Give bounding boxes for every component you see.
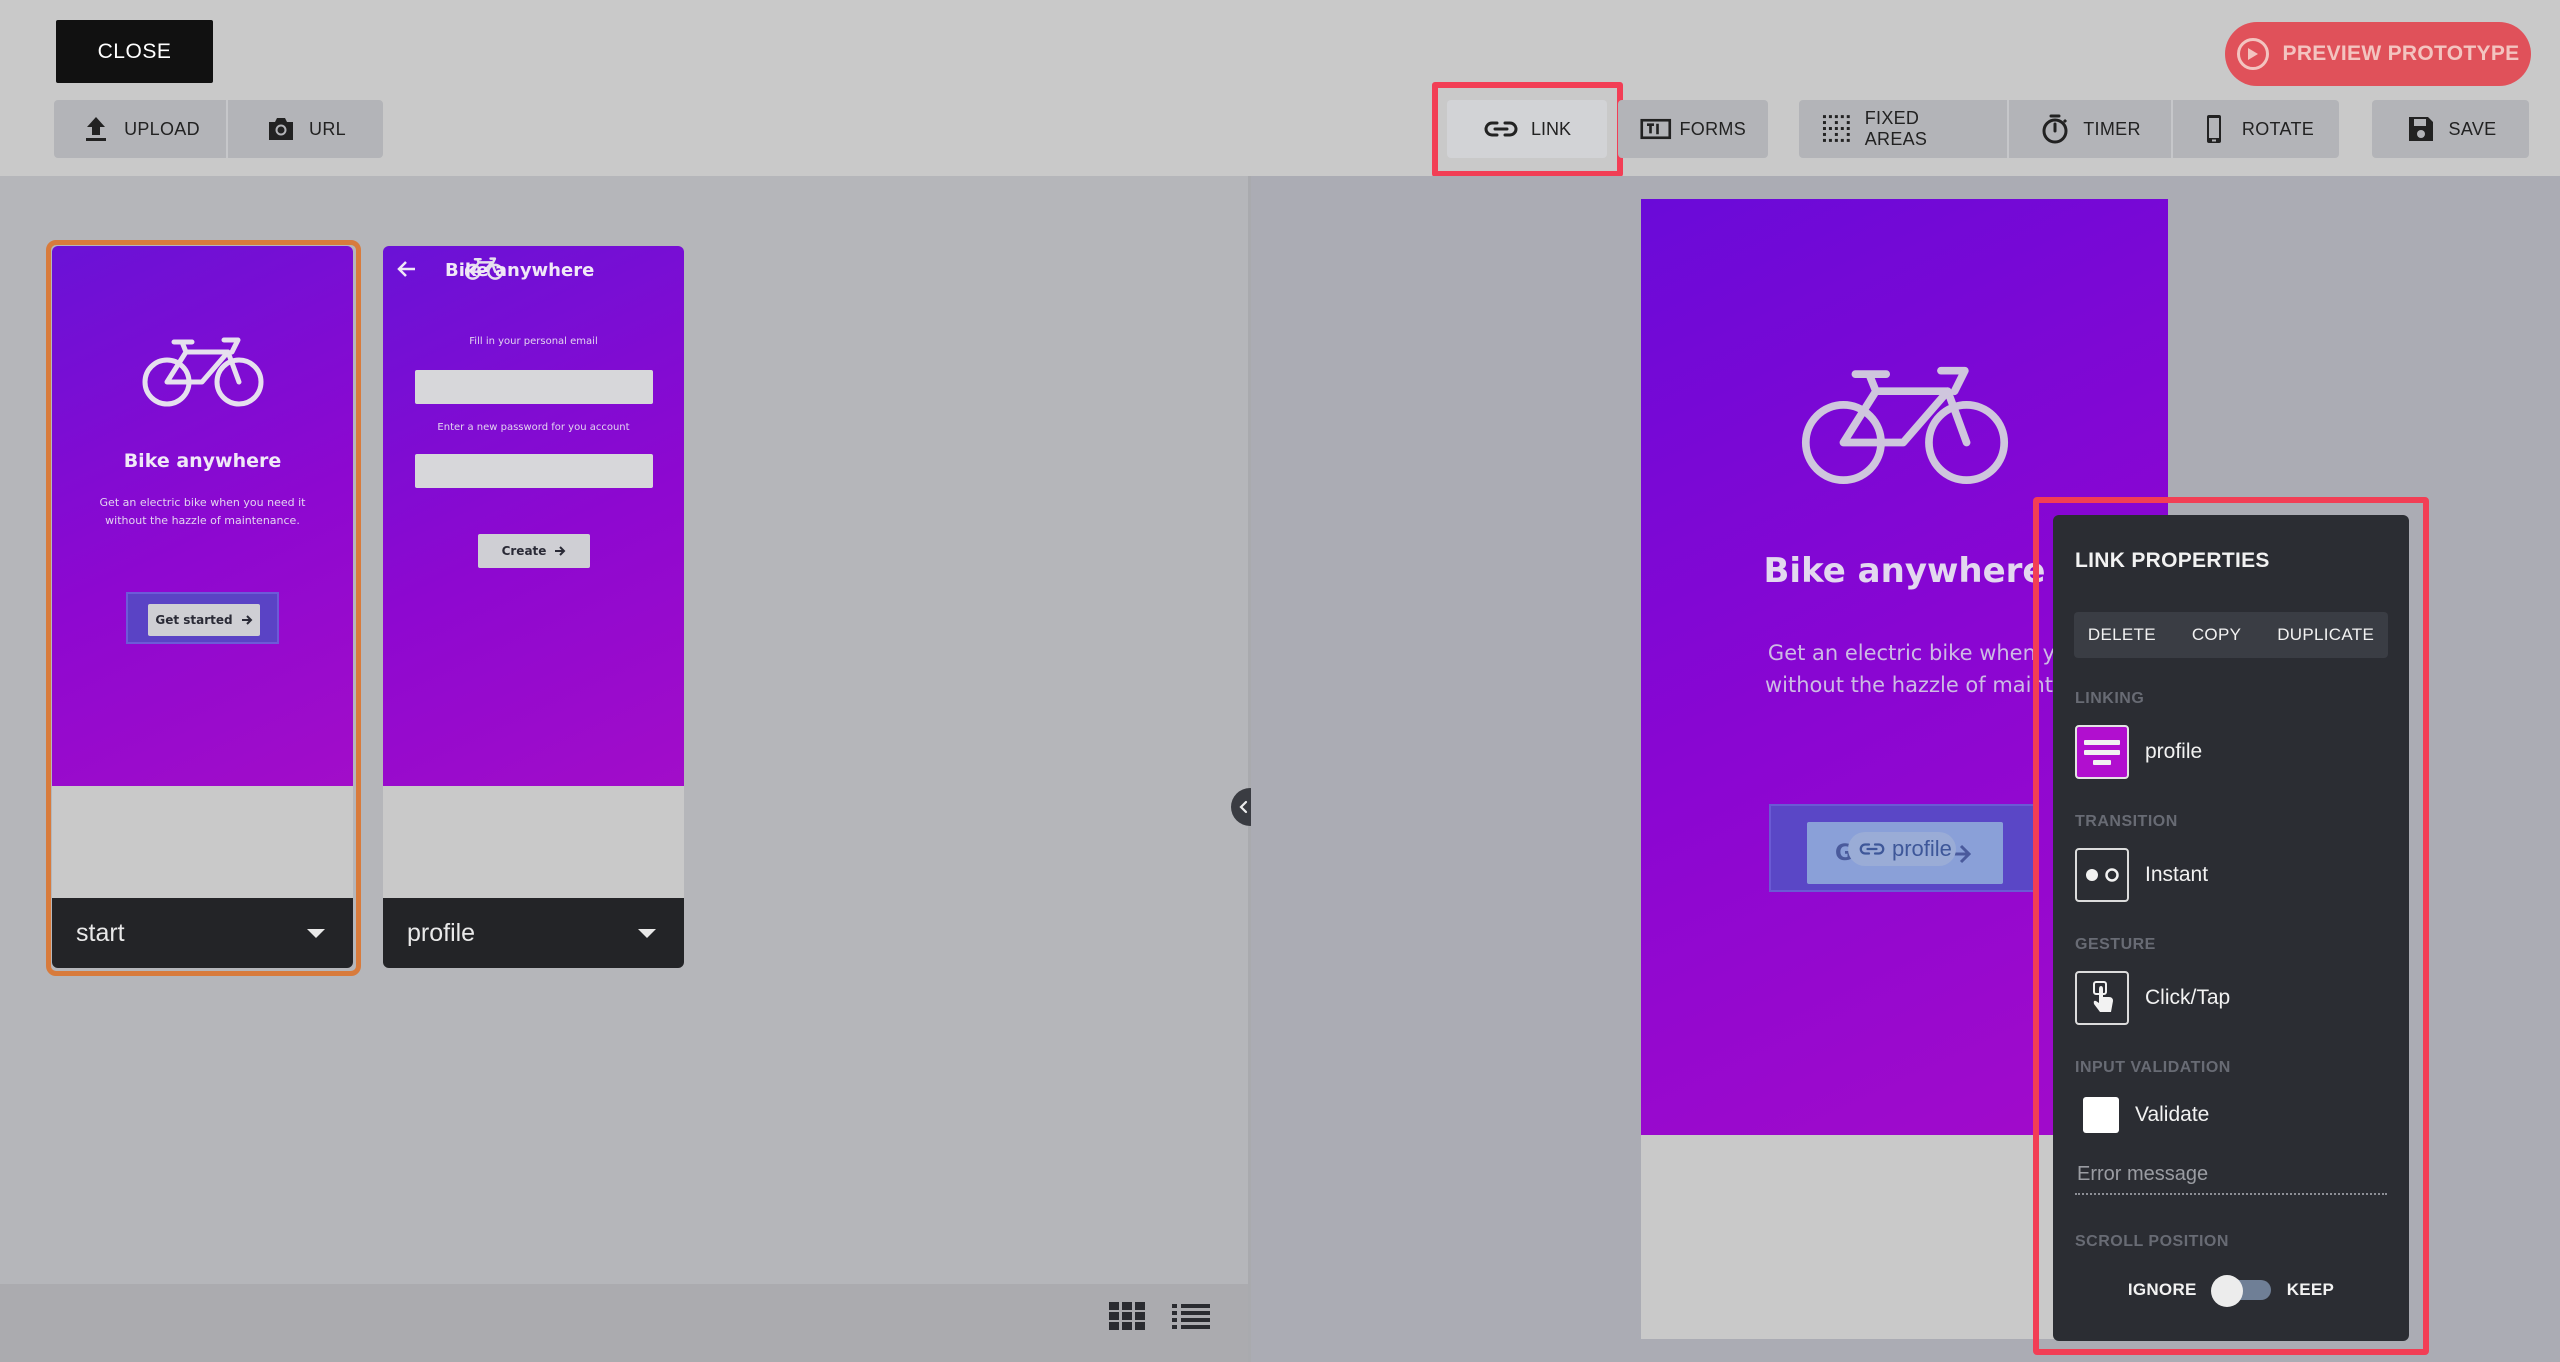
grid-view-icon[interactable]: [1109, 1302, 1145, 1330]
input-validation-section-label: INPUT VALIDATION: [2075, 1059, 2231, 1076]
panel-actions: DELETE COPY DUPLICATE: [2074, 612, 2388, 658]
screen-name-profile[interactable]: profile: [383, 898, 684, 968]
transition-value: Instant: [2145, 863, 2209, 886]
error-message-placeholder: Error message: [2077, 1162, 2209, 1185]
camera-icon: [269, 118, 294, 140]
screen-name-label: profile: [407, 918, 476, 947]
create-button-thumb: Create: [478, 534, 590, 568]
tools-button-group: FIXED AREAS TIMER ROTATE: [1799, 100, 2339, 158]
scroll-ignore-label: IGNORE: [2127, 1280, 2197, 1299]
forms-icon: [1640, 118, 1672, 140]
play-circle-icon: [2236, 38, 2269, 70]
arrow-right-icon: [241, 615, 253, 625]
link-button[interactable]: LINK: [1447, 100, 1607, 158]
scroll-keep-label: KEEP: [2286, 1280, 2335, 1299]
link-target-label: profile: [1892, 836, 1952, 861]
caret-down-icon: [638, 929, 656, 938]
transition-instant-icon: [2075, 848, 2129, 902]
floppy-disk-icon: [2408, 117, 2433, 141]
url-label: URL: [309, 118, 346, 139]
back-arrow-icon: [397, 261, 415, 277]
error-message-input[interactable]: Error message: [2075, 1155, 2387, 1195]
password-field-thumb: [415, 454, 653, 488]
upload-icon: [86, 117, 107, 141]
gesture-value: Click/Tap: [2145, 986, 2231, 1009]
email-field-thumb: [415, 370, 653, 404]
validate-label: Validate: [2135, 1103, 2210, 1126]
screen-name-label: start: [76, 918, 125, 947]
preview-prototype-button[interactable]: PREVIEW PROTOTYPE: [2225, 22, 2531, 86]
link-properties-panel: LINK PROPERTIES DELETE COPY DUPLICATE LI…: [2053, 515, 2409, 1341]
save-label: SAVE: [2448, 118, 2497, 139]
forms-button-group: FORMS: [1618, 100, 1768, 158]
duplicate-button[interactable]: DUPLICATE: [2259, 625, 2392, 645]
timer-label: TIMER: [2083, 118, 2141, 139]
linking-value: profile: [2145, 740, 2203, 763]
linking-selector[interactable]: profile: [2075, 725, 2202, 779]
link-label: LINK: [1530, 118, 1572, 139]
get-started-button-thumb: Get started: [148, 604, 260, 636]
tap-hand-icon: [2075, 971, 2129, 1025]
screen-card-start[interactable]: Bike anywhere Get an electric bike when …: [52, 246, 353, 968]
screen-name-start[interactable]: start: [52, 898, 353, 968]
transition-selector[interactable]: Instant: [2075, 848, 2208, 902]
close-button[interactable]: CLOSE: [56, 20, 213, 83]
gesture-section-label: GESTURE: [2075, 936, 2156, 953]
link-icon: [1859, 843, 1885, 855]
fixed-areas-button[interactable]: FIXED AREAS: [1799, 100, 2009, 158]
dotted-square-icon: [1822, 115, 1850, 142]
linking-section-label: LINKING: [2075, 690, 2145, 707]
create-label: Create: [501, 544, 547, 558]
bicycle-icon: [142, 337, 264, 407]
copy-button[interactable]: COPY: [2174, 625, 2259, 645]
delete-button[interactable]: DELETE: [2070, 625, 2174, 645]
stopwatch-icon: [2042, 114, 2068, 144]
scroll-position-toggle[interactable]: [2210, 1275, 2273, 1307]
toggle-knob: [2210, 1275, 2243, 1307]
save-button[interactable]: SAVE: [2372, 100, 2529, 158]
screen-card-profile[interactable]: Bike anywhere Fill in your personal emai…: [383, 246, 684, 968]
gesture-selector[interactable]: Click/Tap: [2075, 971, 2230, 1025]
arrow-right-icon: [555, 546, 566, 556]
rotate-button[interactable]: ROTATE: [2173, 100, 2339, 158]
forms-button[interactable]: FORMS: [1618, 100, 1768, 158]
screen-title: Bike anywhere: [123, 450, 282, 472]
link-icon: [1484, 121, 1518, 137]
preview-prototype-label: PREVIEW PROTOTYPE: [2282, 42, 2520, 65]
get-started-label: Get started: [155, 613, 233, 627]
scroll-position-toggle-row: IGNORE KEEP: [2053, 1275, 2409, 1307]
email-label: Fill in your personal email: [469, 336, 598, 347]
panel-title: LINK PROPERTIES: [2075, 549, 2270, 572]
url-button[interactable]: URL: [228, 100, 383, 158]
timer-button[interactable]: TIMER: [2009, 100, 2173, 158]
fixed-areas-label: FIXED AREAS: [1864, 108, 1928, 149]
password-label: Enter a new password for you account: [437, 422, 630, 433]
save-button-group: SAVE: [2372, 100, 2529, 158]
top-toolbar: CLOSE PREVIEW PROTOTYPE UPLOAD URL LINK …: [0, 0, 2560, 177]
list-view-icon[interactable]: [1172, 1304, 1210, 1330]
caret-down-icon: [307, 929, 325, 938]
screen-thumbnail: Bike anywhere Get an electric bike when …: [52, 246, 353, 786]
link-target-badge[interactable]: profile: [1848, 832, 1956, 866]
bicycle-icon: [1801, 366, 2009, 485]
screen-thumb-icon: [2075, 725, 2129, 779]
transition-section-label: TRANSITION: [2075, 813, 2178, 830]
phone-icon: [2206, 115, 2221, 143]
screen-text-line2: without the hazzle of maintenance.: [105, 514, 300, 527]
validate-toggle-row: Validate: [2075, 1097, 2209, 1133]
screen-text-line1: Get an electric bike when you need it: [99, 496, 306, 509]
scroll-position-section-label: SCROLL POSITION: [2075, 1233, 2229, 1250]
upload-label: UPLOAD: [124, 118, 200, 139]
validate-checkbox[interactable]: [2083, 1097, 2119, 1133]
screens-footer: [0, 1284, 1250, 1362]
rotate-label: ROTATE: [2241, 118, 2315, 139]
screen-title: Bike anywhere: [445, 260, 595, 281]
upload-button[interactable]: UPLOAD: [54, 100, 228, 158]
forms-label: FORMS: [1679, 118, 1746, 139]
upload-button-group: UPLOAD URL: [54, 100, 383, 158]
screen-thumbnail: Bike anywhere Fill in your personal emai…: [383, 246, 684, 786]
